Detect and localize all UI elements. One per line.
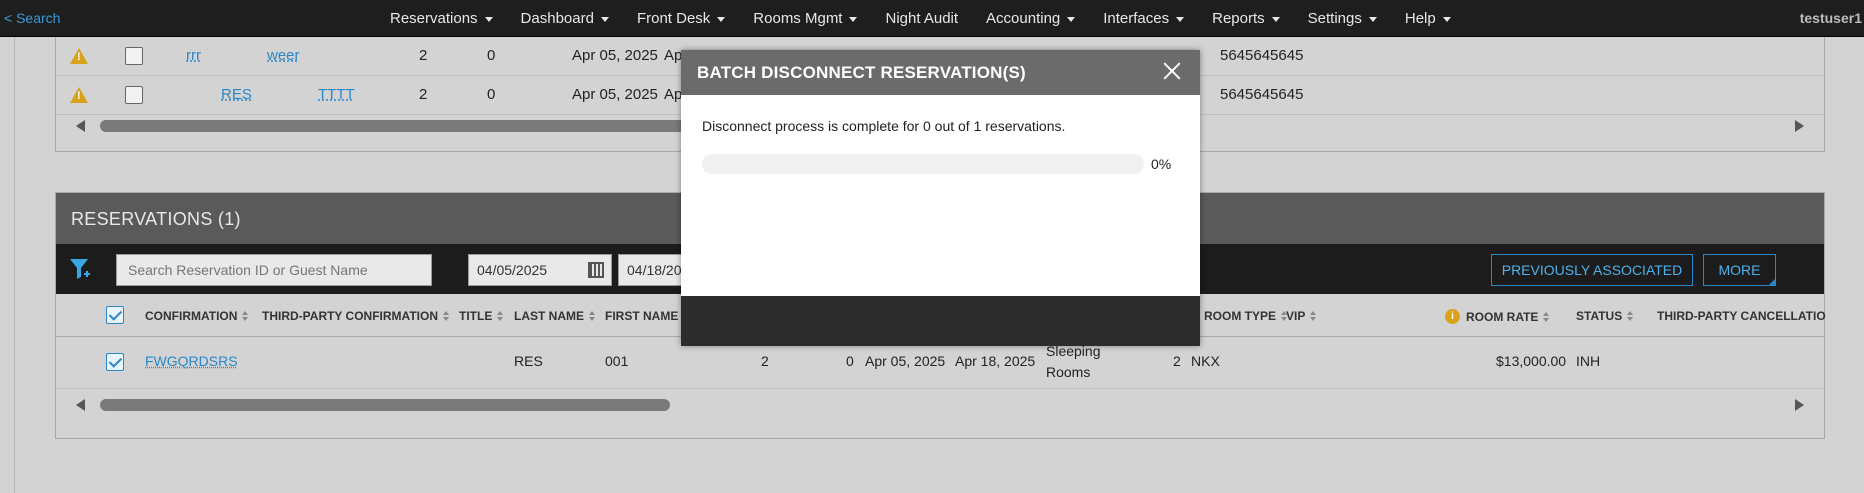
- scrollbar-thumb[interactable]: [100, 399, 670, 411]
- user-menu[interactable]: testuser1: [1800, 10, 1862, 26]
- top-nav-bar: < Search Reservations Dashboard Front Desk…: [0, 0, 1864, 37]
- scroll-left-icon[interactable]: [76, 120, 85, 132]
- chevron-down-icon: [1176, 17, 1185, 22]
- nav-item-front-desk[interactable]: Front Desk: [637, 10, 726, 27]
- progress-message: Disconnect process is complete for 0 out…: [702, 118, 1066, 134]
- col-title[interactable]: TITLE: [459, 309, 504, 323]
- first-name-value: 001: [605, 353, 629, 369]
- sort-icon[interactable]: [443, 311, 449, 321]
- sort-icon[interactable]: [1627, 311, 1634, 321]
- scroll-right-icon[interactable]: [1795, 399, 1804, 411]
- children-value: 0: [846, 353, 854, 369]
- chevron-down-icon: [1442, 17, 1451, 22]
- col-third-party-confirmation[interactable]: THIRD-PARTY CONFIRMATION: [262, 309, 449, 323]
- confirmation-link[interactable]: RES: [221, 86, 252, 103]
- date-from-field[interactable]: 04/05/2025: [468, 254, 612, 286]
- room-rate-value: $13,000.00: [1496, 353, 1567, 369]
- date-from-value: 04/05/2025: [477, 262, 548, 278]
- phone-number: 5645645645: [1220, 47, 1304, 64]
- status-value: INH: [1576, 353, 1601, 369]
- dropdown-corner-icon: [1768, 278, 1776, 286]
- nav-item-interfaces[interactable]: Interfaces: [1103, 10, 1185, 27]
- rooms-value: 2: [1173, 353, 1181, 369]
- chevron-down-icon: [484, 17, 493, 22]
- calendar-icon[interactable]: [588, 262, 604, 278]
- row-checkbox[interactable]: [125, 86, 143, 104]
- dialog-title: BATCH DISCONNECT RESERVATION(S): [697, 63, 1026, 82]
- select-all-checkbox[interactable]: [106, 306, 124, 324]
- col-room-type[interactable]: ROOM TYPE: [1204, 309, 1288, 323]
- nav-item-settings[interactable]: Settings: [1308, 10, 1377, 27]
- col-room-rate[interactable]: i ROOM RATE: [1445, 309, 1550, 324]
- sort-icon[interactable]: [497, 311, 504, 321]
- dialog-header: BATCH DISCONNECT RESERVATION(S): [681, 50, 1200, 95]
- col-confirmation[interactable]: CONFIRMATION: [145, 309, 249, 323]
- reservation-search-input[interactable]: [116, 254, 432, 286]
- nav-item-rooms-mgmt[interactable]: Rooms Mgmt: [753, 10, 858, 27]
- scroll-left-icon[interactable]: [76, 399, 85, 411]
- warning-icon: [70, 48, 88, 64]
- nav-item-accounting[interactable]: Accounting: [986, 10, 1076, 27]
- confirmation-link[interactable]: rrr: [186, 47, 201, 64]
- row-checkbox[interactable]: [106, 353, 124, 371]
- chevron-down-icon: [1368, 17, 1377, 22]
- search-back-link[interactable]: < Search: [4, 10, 60, 26]
- horizontal-scrollbar[interactable]: [56, 394, 1824, 416]
- batch-disconnect-dialog: BATCH DISCONNECT RESERVATION(S) Disconne…: [681, 50, 1200, 346]
- chevron-down-icon: [600, 17, 609, 22]
- more-label: MORE: [1718, 262, 1761, 278]
- phone-number: 5645645645: [1220, 86, 1304, 103]
- chevron-down-icon: [717, 17, 726, 22]
- previously-associated-button[interactable]: PREVIOUSLY ASSOCIATED: [1491, 254, 1693, 286]
- adults-count: 2: [419, 86, 428, 103]
- nav-item-reports[interactable]: Reports: [1212, 10, 1280, 27]
- children-count: 0: [487, 86, 496, 103]
- progress-percent-label: 0%: [1151, 156, 1172, 172]
- dialog-body: Disconnect process is complete for 0 out…: [681, 95, 1200, 296]
- nav-item-help[interactable]: Help: [1405, 10, 1451, 27]
- chevron-down-icon: [1067, 17, 1076, 22]
- departure-value: Apr 18, 2025: [955, 353, 1036, 369]
- reservations-title: RESERVATIONS (1): [71, 209, 241, 229]
- confirmation-link[interactable]: FWGQRDSRS: [145, 353, 238, 369]
- info-icon[interactable]: i: [1445, 309, 1460, 324]
- room-category-line2: Rooms: [1046, 364, 1091, 380]
- nav-item-dashboard[interactable]: Dashboard: [521, 10, 609, 27]
- guest-name-link[interactable]: weer: [267, 47, 300, 64]
- arrival-date: Apr 05, 2025: [572, 86, 658, 103]
- previously-associated-label: PREVIOUSLY ASSOCIATED: [1501, 262, 1683, 278]
- arrival-value: Apr 05, 2025: [865, 353, 946, 369]
- scrollbar-thumb[interactable]: [100, 120, 740, 132]
- nav-item-night-audit[interactable]: Night Audit: [885, 10, 958, 27]
- col-status[interactable]: STATUS: [1576, 309, 1634, 323]
- warning-icon: [70, 87, 88, 103]
- sort-icon[interactable]: [242, 311, 249, 321]
- sort-icon[interactable]: [1310, 311, 1317, 321]
- scroll-right-icon[interactable]: [1795, 120, 1804, 132]
- dialog-footer: [681, 296, 1200, 346]
- more-button[interactable]: MORE: [1703, 254, 1776, 286]
- sort-icon[interactable]: [589, 311, 595, 321]
- main-menu: Reservations Dashboard Front Desk Rooms Mgm…: [390, 0, 1479, 37]
- nav-item-reservations[interactable]: Reservations: [390, 10, 493, 27]
- guest-name-link[interactable]: TTTT: [318, 86, 355, 103]
- col-last-name[interactable]: LAST NAME: [514, 309, 595, 323]
- progress-bar: [702, 154, 1144, 174]
- col-first-name[interactable]: FIRST NAME: [605, 309, 678, 323]
- chevron-down-icon: [849, 17, 858, 22]
- close-icon[interactable]: [1162, 61, 1182, 81]
- chevron-down-icon: [1271, 17, 1280, 22]
- filter-icon[interactable]: [69, 257, 91, 281]
- last-name-value: RES: [514, 353, 543, 369]
- arrival-date: Apr 05, 2025: [572, 47, 658, 64]
- sort-icon[interactable]: [1543, 311, 1550, 322]
- children-count: 0: [487, 47, 496, 64]
- col-vip[interactable]: VIP: [1286, 309, 1317, 323]
- adults-count: 2: [419, 47, 428, 64]
- adults-value: 2: [761, 353, 769, 369]
- col-third-party-cancellation[interactable]: THIRD-PARTY CANCELLATIO: [1657, 309, 1826, 323]
- room-type-value: NKX: [1191, 353, 1220, 369]
- row-checkbox[interactable]: [125, 47, 143, 65]
